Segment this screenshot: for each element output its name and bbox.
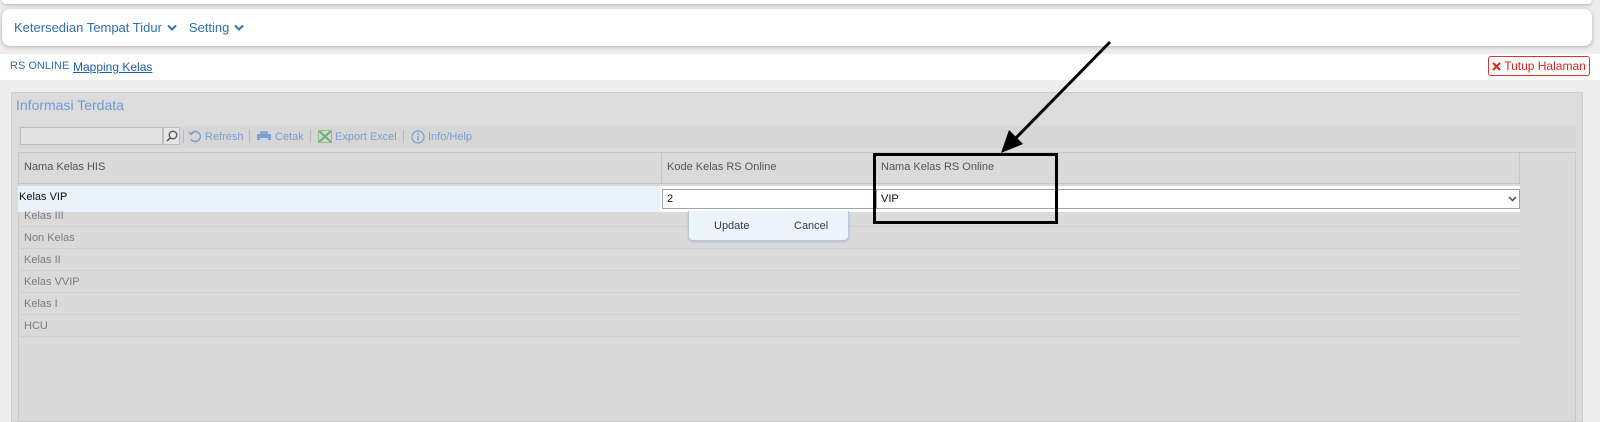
chevron-down-icon [234,24,245,31]
close-page-button[interactable]: Tutup Halaman [1488,56,1590,76]
top-strip [2,0,1592,4]
nav-item-label: Setting [188,20,230,35]
refresh-button[interactable]: Refresh [188,130,244,143]
row-divider [18,248,1520,249]
table-row[interactable]: Kelas I [24,298,58,310]
close-page-label: Tutup Halaman [1504,59,1586,73]
close-icon [1492,61,1501,71]
toolbar-divider [249,130,250,143]
refresh-label: Refresh [205,130,244,143]
table-row[interactable]: Non Kelas [24,232,75,244]
row-divider [18,336,1520,337]
cancel-button[interactable]: Cancel [794,220,828,232]
info-icon [411,130,425,144]
excel-icon [318,130,332,143]
print-button[interactable]: Cetak [256,130,304,143]
search-button[interactable] [163,127,180,145]
column-divider [661,152,662,184]
nav-item-setting[interactable]: Setting [188,20,245,35]
update-button[interactable]: Update [714,220,749,232]
editing-row-nama-kelas-his: Kelas VIP [19,191,68,203]
export-excel-button[interactable]: Export Excel [318,130,397,143]
chevron-down-icon [1508,196,1516,202]
breadcrumb-parent[interactable]: RS ONLINE [10,60,69,72]
toolbar-divider [403,130,404,143]
annotation-highlight-box [873,153,1058,224]
table-row[interactable]: Kelas II [24,254,61,266]
info-help-label: Info/Help [428,131,473,143]
chevron-down-icon [167,24,177,31]
row-divider [18,292,1520,293]
dropdown-toggle[interactable] [1505,190,1519,208]
header-divider [18,183,1520,184]
column-divider [1519,152,1520,184]
breadcrumb-bar [0,54,1600,80]
table-row[interactable]: Kelas VVIP [24,276,80,288]
toolbar-divider [183,130,184,143]
search-icon [165,130,177,142]
table-row[interactable]: HCU [24,320,48,332]
kode-kelas-input[interactable] [662,189,874,209]
grid-toolbar [18,126,1576,148]
row-divider [18,270,1520,271]
printer-icon [257,131,271,142]
panel-title: Informasi Terdata [16,97,124,113]
nav-item-label: Ketersedian Tempat Tidur [14,20,162,35]
row-divider [18,314,1520,315]
search-input[interactable] [20,127,163,145]
toolbar-divider [310,130,311,143]
export-excel-label: Export Excel [335,130,397,143]
breadcrumb-current[interactable]: Mapping Kelas [73,60,152,74]
refresh-icon [188,130,201,143]
column-header-nama-kelas-his[interactable]: Nama Kelas HIS [24,161,105,173]
table-row[interactable]: Kelas III [24,210,64,222]
top-navbar: Ketersedian Tempat Tidur Setting [2,9,1592,46]
column-header-kode-kelas[interactable]: Kode Kelas RS Online [667,161,776,173]
info-help-button[interactable]: Info/Help [411,130,472,144]
editing-row-first-cell [18,186,660,212]
print-label: Cetak [275,130,304,143]
nav-item-ketersedian[interactable]: Ketersedian Tempat Tidur [14,20,177,35]
